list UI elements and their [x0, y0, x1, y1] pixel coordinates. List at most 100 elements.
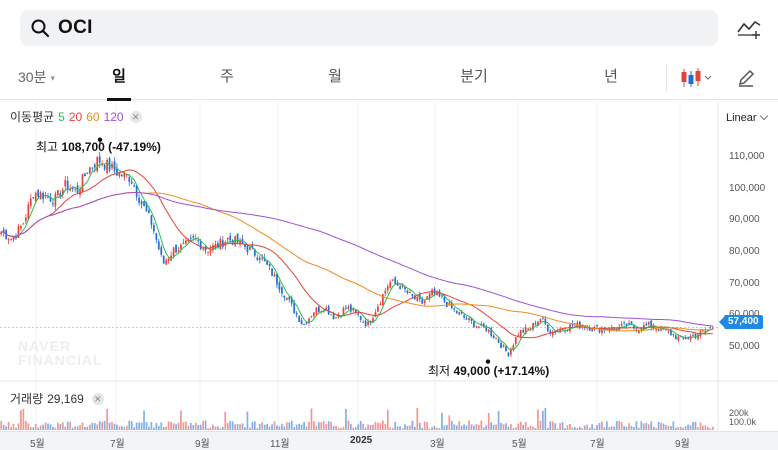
volume-bar	[593, 428, 596, 430]
time-tick: 9월	[675, 439, 690, 450]
volume-bar	[98, 421, 101, 430]
time-axis: 5월 7월 9월 11월 2025 3월 5월 7월 9월	[0, 431, 778, 450]
candle	[357, 313, 360, 315]
candle	[89, 167, 91, 174]
candle	[162, 255, 165, 264]
volume-bar	[699, 422, 702, 430]
candle	[546, 324, 549, 332]
volume-bar	[702, 425, 704, 430]
candle	[281, 287, 283, 294]
volume-bar	[96, 424, 99, 430]
volume-bar	[487, 412, 490, 430]
volume-bar	[377, 422, 379, 430]
candle	[455, 310, 458, 314]
candle	[377, 306, 379, 312]
volume-bar	[559, 423, 561, 430]
volume-bar	[642, 423, 645, 430]
volume-bar	[591, 424, 593, 430]
candle	[185, 240, 187, 244]
candle	[24, 217, 27, 222]
volume-bar	[143, 410, 145, 430]
volume-bar	[300, 424, 303, 430]
candle	[157, 241, 160, 250]
volume-bar	[551, 421, 554, 430]
volume-bar	[423, 421, 426, 430]
volume-bar	[93, 423, 96, 430]
volume-bar	[278, 426, 281, 430]
volume-bar	[354, 427, 357, 430]
volume-bar	[253, 421, 256, 430]
volume-bar	[532, 426, 534, 430]
volume-bar	[542, 410, 544, 430]
volume-bar	[315, 426, 318, 430]
volume-bar	[111, 421, 113, 430]
volume-bar	[561, 422, 564, 430]
volume-bar	[672, 421, 675, 430]
candle	[702, 330, 704, 332]
high-prefix: 최고	[36, 140, 59, 154]
candle	[411, 294, 414, 296]
candle	[150, 215, 153, 225]
candle	[487, 329, 490, 332]
volume-bar	[635, 421, 638, 430]
close-icon[interactable]: ✕	[91, 392, 104, 405]
volume-legend: 거래량 29,169 ✕	[10, 390, 104, 407]
volume-bar	[687, 424, 690, 430]
candle	[677, 336, 680, 341]
candle	[497, 339, 500, 343]
candle	[64, 180, 67, 187]
volume-bar	[39, 425, 42, 430]
volume-bar	[103, 421, 106, 430]
volume-bar	[226, 423, 229, 430]
high-value: 108,700	[61, 140, 105, 154]
candle	[527, 328, 529, 330]
volume-bar	[24, 421, 27, 430]
volume-bar	[320, 422, 323, 430]
volume-bar	[157, 425, 160, 430]
volume-bar	[352, 427, 355, 430]
volume-label: 거래량	[10, 392, 44, 406]
volume-bar	[652, 426, 655, 430]
candle	[628, 322, 630, 325]
volume-bar	[694, 421, 697, 430]
volume-bar	[130, 421, 133, 430]
volume-bar	[522, 424, 525, 430]
volume-bar	[249, 427, 251, 430]
volume-bar	[448, 415, 451, 430]
volume-bar	[345, 408, 347, 430]
volume-bar	[17, 423, 20, 430]
candle	[192, 235, 195, 238]
candle	[495, 338, 497, 340]
volume-bar	[340, 427, 342, 430]
volume-bar	[42, 424, 44, 430]
candle	[500, 342, 502, 348]
ma-line-5	[1, 161, 713, 351]
volume-bar	[465, 425, 468, 430]
price-tick: 90,000	[729, 214, 760, 225]
volume-bar	[313, 421, 315, 430]
volume-bar	[662, 423, 665, 430]
candle	[441, 295, 443, 297]
volume-bar	[556, 428, 559, 430]
volume-bar	[566, 425, 569, 430]
volume-bar	[66, 421, 69, 430]
candle	[130, 181, 133, 184]
candle	[298, 316, 301, 322]
volume-bar	[413, 426, 416, 430]
volume-bar	[167, 421, 170, 430]
volume-bar	[431, 426, 433, 430]
candle	[406, 290, 409, 293]
price-chart[interactable]	[0, 0, 778, 450]
candle	[86, 172, 89, 174]
volume-bar	[426, 422, 429, 430]
close-icon[interactable]: ✕	[129, 110, 142, 123]
volume-bar	[2, 424, 5, 430]
volume-bar	[71, 427, 74, 430]
volume-bar	[15, 427, 17, 430]
candle	[389, 281, 392, 288]
ma-label: 이동평균	[10, 110, 55, 124]
watermark-line1: NAVER	[18, 338, 71, 354]
volume-bar	[618, 420, 621, 430]
scale-select[interactable]: Linear	[726, 111, 768, 124]
time-tick: 3월	[430, 439, 445, 450]
